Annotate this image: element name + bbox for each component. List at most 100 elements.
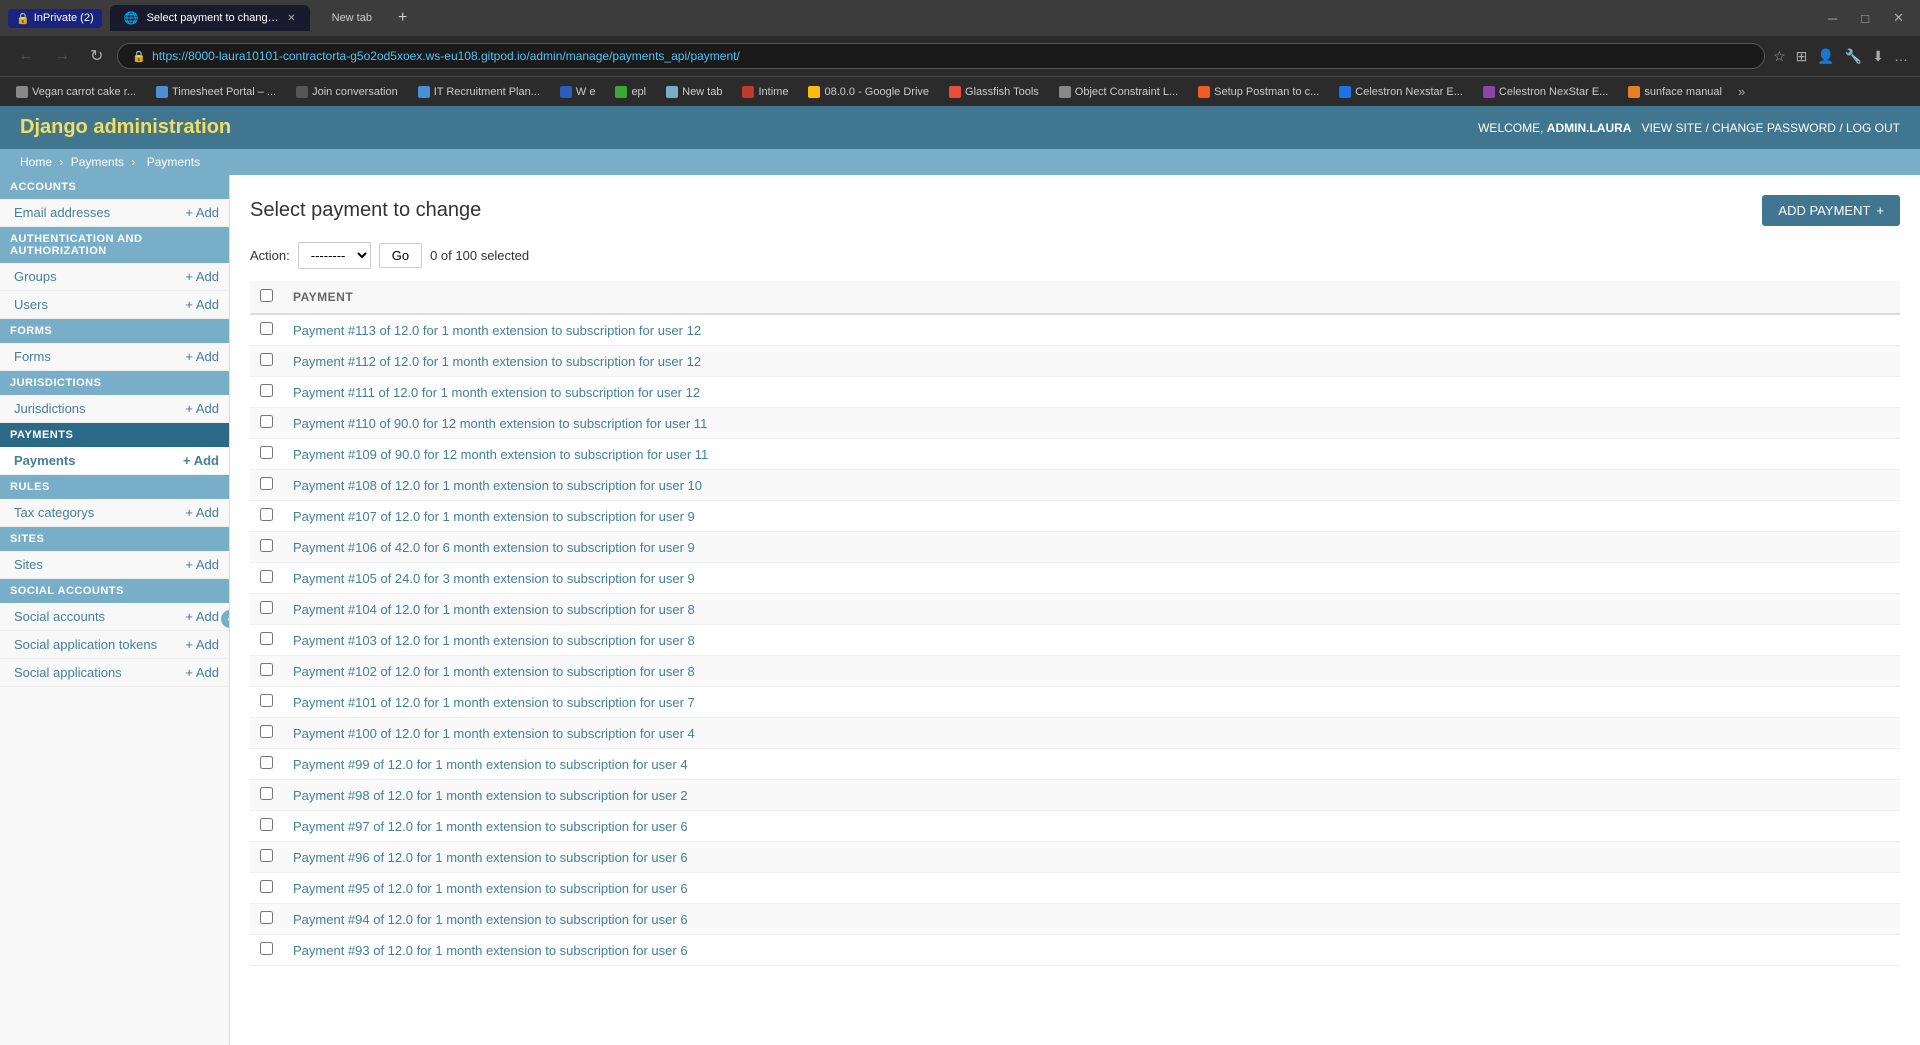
change-password-link[interactable]: CHANGE PASSWORD <box>1712 121 1836 135</box>
close-tab-button[interactable]: ✕ <box>287 13 295 24</box>
bookmark-sunface[interactable]: sunface manual <box>1620 83 1730 101</box>
row-checkbox-15[interactable] <box>260 787 273 800</box>
settings-icon[interactable]: … <box>1894 48 1908 64</box>
payment-link-13[interactable]: Payment #100 of 12.0 for 1 month extensi… <box>293 726 695 741</box>
payment-link-18[interactable]: Payment #95 of 12.0 for 1 month extensio… <box>293 881 688 896</box>
row-checkbox-3[interactable] <box>260 415 273 428</box>
bookmark-glassfish[interactable]: Glassfish Tools <box>941 83 1047 101</box>
back-button[interactable]: ← <box>12 43 40 69</box>
row-checkbox-4[interactable] <box>260 446 273 459</box>
bookmark-celestron2[interactable]: Celestron NexStar E... <box>1475 83 1616 101</box>
forms-link[interactable]: Forms <box>14 349 51 364</box>
payment-link-11[interactable]: Payment #102 of 12.0 for 1 month extensi… <box>293 664 695 679</box>
payment-link-20[interactable]: Payment #93 of 12.0 for 1 month extensio… <box>293 943 688 958</box>
tax-categorys-add-link[interactable]: + Add <box>185 505 219 520</box>
payment-link-14[interactable]: Payment #99 of 12.0 for 1 month extensio… <box>293 757 688 772</box>
row-checkbox-11[interactable] <box>260 663 273 676</box>
row-checkbox-2[interactable] <box>260 384 273 397</box>
row-checkbox-8[interactable] <box>260 570 273 583</box>
active-tab[interactable]: 🌐 Select payment to change | Djan ✕ <box>110 5 310 31</box>
add-tab-button[interactable]: + <box>398 9 407 27</box>
minimize-button[interactable]: ─ <box>1820 7 1845 30</box>
bookmark-timesheet[interactable]: Timesheet Portal – ... <box>148 83 284 101</box>
forward-button[interactable]: → <box>48 43 76 69</box>
bookmark-epl[interactable]: epl <box>607 83 654 101</box>
bookmark-celestron1[interactable]: Celestron Nexstar E... <box>1331 83 1471 101</box>
email-addresses-add-link[interactable]: + Add <box>185 205 219 220</box>
payment-link-17[interactable]: Payment #96 of 12.0 for 1 month extensio… <box>293 850 688 865</box>
social-applications-add-link[interactable]: + Add <box>185 665 219 680</box>
bookmark-vegan[interactable]: Vegan carrot cake r... <box>8 83 144 101</box>
jurisdictions-add-link[interactable]: + Add <box>185 401 219 416</box>
payments-add-link[interactable]: + Add <box>183 453 219 468</box>
payment-link-4[interactable]: Payment #109 of 90.0 for 12 month extens… <box>293 447 708 462</box>
row-checkbox-12[interactable] <box>260 694 273 707</box>
email-addresses-link[interactable]: Email addresses <box>14 205 110 220</box>
social-accounts-add-link[interactable]: + Add <box>185 609 219 624</box>
bookmark-join[interactable]: Join conversation <box>288 83 406 101</box>
jurisdictions-link[interactable]: Jurisdictions <box>14 401 86 416</box>
extensions-icon[interactable]: 🔧 <box>1845 48 1862 65</box>
users-link[interactable]: Users <box>14 297 48 312</box>
bookmarks-overflow-button[interactable]: » <box>1738 84 1745 99</box>
payment-link-10[interactable]: Payment #103 of 12.0 for 1 month extensi… <box>293 633 695 648</box>
row-checkbox-16[interactable] <box>260 818 273 831</box>
payment-link-0[interactable]: Payment #113 of 12.0 for 1 month extensi… <box>293 323 701 338</box>
row-checkbox-17[interactable] <box>260 849 273 862</box>
bookmark-ocl[interactable]: Object Constraint L... <box>1051 83 1186 101</box>
action-select[interactable]: -------- <box>298 242 371 269</box>
payment-link-16[interactable]: Payment #97 of 12.0 for 1 month extensio… <box>293 819 688 834</box>
bookmark-googledrive[interactable]: 08.0.0 - Google Drive <box>800 83 937 101</box>
social-application-tokens-link[interactable]: Social application tokens <box>14 637 157 652</box>
profile-icon[interactable]: 👤 <box>1817 48 1834 65</box>
payment-link-1[interactable]: Payment #112 of 12.0 for 1 month extensi… <box>293 354 701 369</box>
row-checkbox-13[interactable] <box>260 725 273 738</box>
payment-link-2[interactable]: Payment #111 of 12.0 for 1 month extensi… <box>293 385 700 400</box>
select-all-checkbox[interactable] <box>260 289 273 302</box>
groups-add-link[interactable]: + Add <box>185 269 219 284</box>
collections-icon[interactable]: ⊞ <box>1796 48 1808 65</box>
payment-link-12[interactable]: Payment #101 of 12.0 for 1 month extensi… <box>293 695 695 710</box>
payment-link-15[interactable]: Payment #98 of 12.0 for 1 month extensio… <box>293 788 688 803</box>
breadcrumb-section[interactable]: Payments <box>71 155 124 169</box>
maximize-button[interactable]: □ <box>1853 7 1877 30</box>
social-applications-link[interactable]: Social applications <box>14 665 122 680</box>
payment-link-7[interactable]: Payment #106 of 42.0 for 6 month extensi… <box>293 540 695 555</box>
row-checkbox-5[interactable] <box>260 477 273 490</box>
row-checkbox-0[interactable] <box>260 322 273 335</box>
payment-link-9[interactable]: Payment #104 of 12.0 for 1 month extensi… <box>293 602 695 617</box>
close-window-button[interactable]: ✕ <box>1885 6 1912 30</box>
breadcrumb-home[interactable]: Home <box>20 155 52 169</box>
payment-link-3[interactable]: Payment #110 of 90.0 for 12 month extens… <box>293 416 707 431</box>
bookmark-w[interactable]: W e <box>552 83 604 101</box>
payment-link-5[interactable]: Payment #108 of 12.0 for 1 month extensi… <box>293 478 702 493</box>
tax-categorys-link[interactable]: Tax categorys <box>14 505 94 520</box>
social-application-tokens-add-link[interactable]: + Add <box>185 637 219 652</box>
go-button[interactable]: Go <box>379 243 422 268</box>
payments-link[interactable]: Payments <box>14 453 75 468</box>
social-accounts-link[interactable]: Social accounts <box>14 609 105 624</box>
payment-link-6[interactable]: Payment #107 of 12.0 for 1 month extensi… <box>293 509 695 524</box>
payment-link-8[interactable]: Payment #105 of 24.0 for 3 month extensi… <box>293 571 695 586</box>
row-checkbox-20[interactable] <box>260 942 273 955</box>
groups-link[interactable]: Groups <box>14 269 57 284</box>
url-bar[interactable]: 🔒 https://8000-laura10101-contractorta-g… <box>117 43 1765 69</box>
bookmark-newtab[interactable]: New tab <box>658 83 730 101</box>
forms-add-link[interactable]: + Add <box>185 349 219 364</box>
row-checkbox-19[interactable] <box>260 911 273 924</box>
row-checkbox-1[interactable] <box>260 353 273 366</box>
bookmark-it[interactable]: IT Recruitment Plan... <box>410 83 548 101</box>
bookmark-postman[interactable]: Setup Postman to c... <box>1190 83 1327 101</box>
row-checkbox-18[interactable] <box>260 880 273 893</box>
row-checkbox-10[interactable] <box>260 632 273 645</box>
sites-add-link[interactable]: + Add <box>185 557 219 572</box>
sites-link[interactable]: Sites <box>14 557 43 572</box>
users-add-link[interactable]: + Add <box>185 297 219 312</box>
payment-link-19[interactable]: Payment #94 of 12.0 for 1 month extensio… <box>293 912 688 927</box>
star-icon[interactable]: ☆ <box>1773 48 1786 65</box>
reload-button[interactable]: ↻ <box>84 42 109 70</box>
downloads-icon[interactable]: ⬇ <box>1872 48 1884 65</box>
row-checkbox-6[interactable] <box>260 508 273 521</box>
row-checkbox-9[interactable] <box>260 601 273 614</box>
row-checkbox-7[interactable] <box>260 539 273 552</box>
